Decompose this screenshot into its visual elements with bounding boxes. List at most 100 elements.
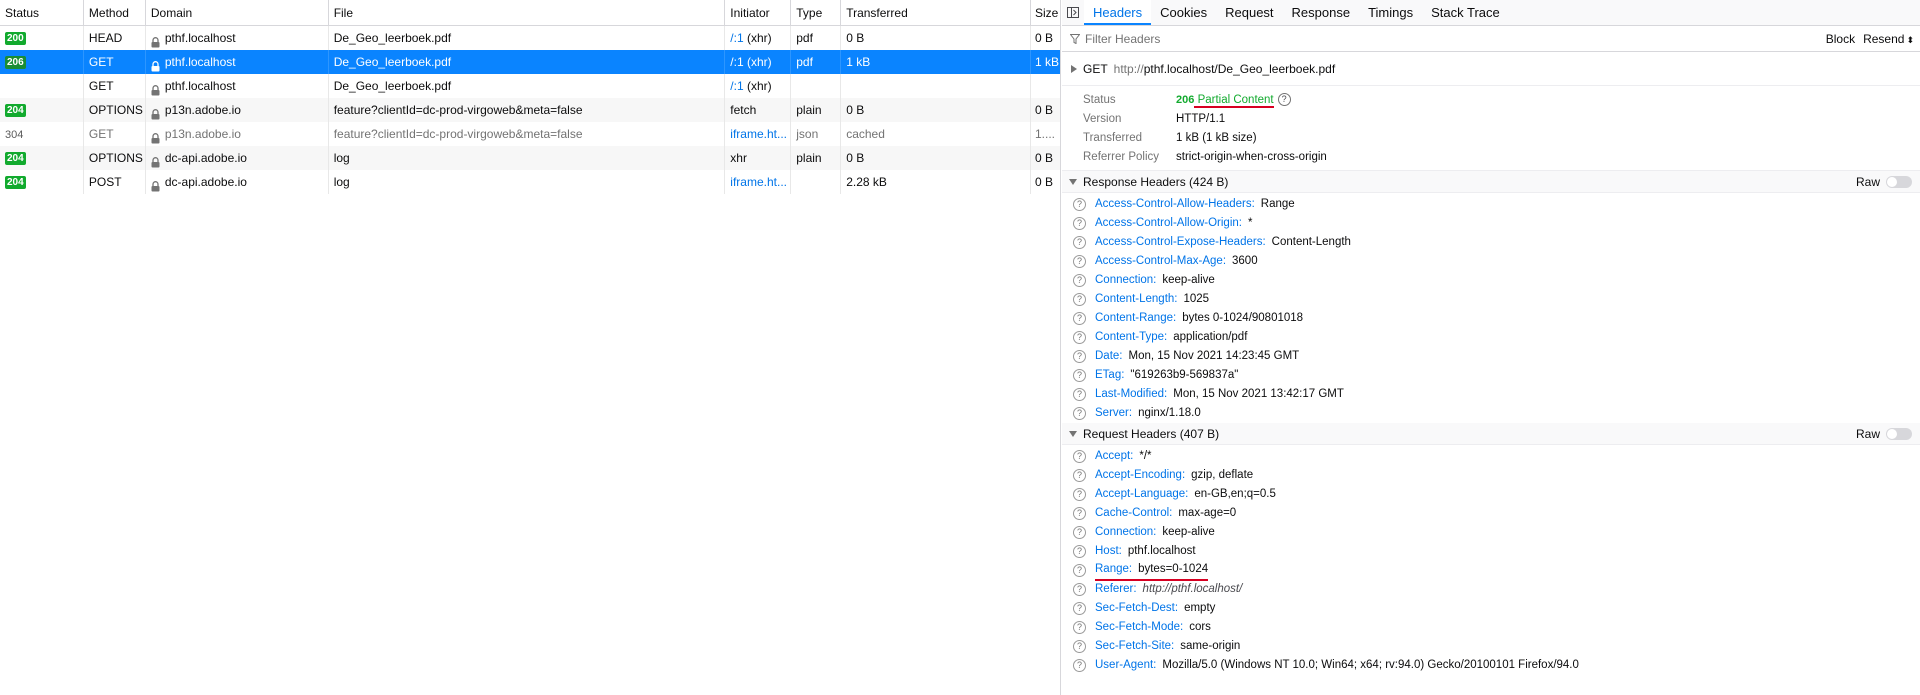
request-headers-heading[interactable]: Request Headers (407 B) Raw (1062, 423, 1920, 445)
column-initiator[interactable]: Initiator (725, 0, 792, 26)
header-row[interactable]: ? Content-Length: 1025 (1062, 290, 1920, 309)
header-row[interactable]: ? Referer: http://pthf.localhost/ (1062, 580, 1920, 599)
column-file[interactable]: File (329, 0, 726, 26)
tab-timings[interactable]: Timings (1359, 0, 1422, 25)
help-icon[interactable]: ? (1073, 331, 1086, 344)
header-row[interactable]: ? Date: Mon, 15 Nov 2021 14:23:45 GMT (1062, 347, 1920, 366)
table-row[interactable]: 204 OPTIONS p13n.adobe.io feature?clientId=… (0, 98, 1060, 122)
size-cell: 0 B (1035, 103, 1054, 117)
help-icon[interactable]: ? (1073, 507, 1086, 520)
help-icon[interactable]: ? (1073, 293, 1086, 306)
header-row[interactable]: ? Server: nginx/1.18.0 (1062, 404, 1920, 423)
tab-headers[interactable]: Headers (1084, 0, 1152, 25)
filter-headers-input[interactable]: Filter Headers (1070, 32, 1826, 46)
toggle-switch[interactable] (1886, 427, 1912, 440)
header-row[interactable]: ? Access-Control-Expose-Headers: Content-L… (1062, 233, 1920, 252)
header-row[interactable]: ? User-Agent: Mozilla/5.0 (Windows NT 10.0… (1062, 656, 1920, 675)
request-summary[interactable]: GET http://pthf.localhost/De_Geo_leerboe… (1062, 52, 1920, 86)
header-row[interactable]: ? Sec-Fetch-Dest: empty (1062, 599, 1920, 618)
table-row[interactable]: 304 GET p13n.adobe.io feature?clientId=dc-p… (0, 122, 1060, 146)
method-cell: GET (84, 74, 146, 98)
help-icon[interactable]: ? (1073, 407, 1086, 420)
help-icon[interactable]: ? (1073, 602, 1086, 615)
help-icon[interactable]: ? (1073, 369, 1086, 382)
file-cell: feature?clientId=dc-prod-virgoweb&meta=f… (329, 98, 726, 122)
initiator-cell: /:1 (xhr) (725, 50, 792, 74)
header-row[interactable]: ? Access-Control-Allow-Origin: * (1062, 214, 1920, 233)
header-row[interactable]: ? Access-Control-Max-Age: 3600 (1062, 252, 1920, 271)
file-cell: log (329, 170, 726, 194)
resend-button[interactable]: Resend ⬍ (1863, 32, 1914, 46)
header-row[interactable]: ? Accept-Language: en-GB,en;q=0.5 (1062, 485, 1920, 504)
initiator-link[interactable]: /:1 (730, 79, 743, 93)
tab-stack-trace[interactable]: Stack Trace (1422, 0, 1509, 25)
help-icon[interactable]: ? (1073, 583, 1086, 596)
header-row[interactable]: ? Content-Type: application/pdf (1062, 328, 1920, 347)
transferred-cell (841, 74, 1031, 98)
help-icon[interactable]: ? (1073, 488, 1086, 501)
help-icon[interactable]: ? (1073, 659, 1086, 672)
help-icon[interactable]: ? (1073, 236, 1086, 249)
header-row[interactable]: ? ETag: "619263b9-569837a" (1062, 366, 1920, 385)
lock-icon (151, 32, 160, 48)
table-row[interactable]: 200 HEAD pthf.localhost De_Geo_leerboek.pdf… (0, 26, 1060, 50)
help-icon[interactable]: ? (1073, 388, 1086, 401)
initiator-link[interactable]: /:1 (730, 31, 743, 45)
initiator-link[interactable]: iframe.ht... (730, 175, 787, 189)
header-row[interactable]: ? Accept: */* (1062, 447, 1920, 466)
header-row[interactable]: ? Sec-Fetch-Site: same-origin (1062, 637, 1920, 656)
help-icon[interactable]: ? (1277, 93, 1291, 107)
help-icon[interactable]: ? (1073, 621, 1086, 634)
header-row[interactable]: ? Last-Modified: Mon, 15 Nov 2021 13:42:17… (1062, 385, 1920, 404)
help-icon[interactable]: ? (1073, 312, 1086, 325)
response-raw-toggle[interactable]: Raw (1856, 175, 1920, 189)
header-row[interactable]: ? Range: bytes=0-1024 (1062, 561, 1920, 581)
header-row[interactable]: ? Access-Control-Allow-Headers: Range (1062, 195, 1920, 214)
header-row[interactable]: ? Sec-Fetch-Mode: cors (1062, 618, 1920, 637)
column-type[interactable]: Type (791, 0, 842, 26)
column-status[interactable]: Status (0, 0, 84, 26)
help-icon[interactable]: ? (1073, 564, 1086, 577)
help-icon[interactable]: ? (1073, 350, 1086, 363)
help-icon[interactable]: ? (1073, 545, 1086, 558)
table-row[interactable]: GET pthf.localhost De_Geo_leerboek.pdf/:1 … (0, 74, 1060, 98)
table-row[interactable]: 206 GET pthf.localhost De_Geo_leerboek.pdf /… (0, 50, 1060, 74)
column-domain[interactable]: Domain (146, 0, 329, 26)
header-row[interactable]: ? Connection: keep-alive (1062, 271, 1920, 290)
help-icon[interactable]: ? (1073, 274, 1086, 287)
initiator-link[interactable]: /:1 (730, 55, 743, 69)
status-badge: 200 (5, 32, 26, 46)
help-icon[interactable]: ? (1073, 526, 1086, 539)
column-size[interactable]: Size (1031, 0, 1060, 26)
help-icon[interactable]: ? (1073, 640, 1086, 653)
tab-cookies[interactable]: Cookies (1151, 0, 1216, 25)
request-table-header: Status Method Domain File Initiator Type… (0, 0, 1060, 26)
table-row[interactable]: 204 POST dc-api.adobe.io log iframe.ht... 2.2… (0, 170, 1060, 194)
header-row[interactable]: ? Host: pthf.localhost (1062, 542, 1920, 561)
domain-cell: dc-api.adobe.io (146, 170, 329, 194)
help-icon[interactable]: ? (1073, 469, 1086, 482)
tab-request[interactable]: Request (1216, 0, 1282, 25)
lock-icon (151, 176, 160, 192)
help-icon[interactable]: ? (1073, 255, 1086, 268)
header-value: en-GB,en;q=0.5 (1194, 488, 1276, 500)
header-row[interactable]: ? Accept-Encoding: gzip, deflate (1062, 466, 1920, 485)
request-raw-toggle[interactable]: Raw (1856, 427, 1920, 441)
help-icon[interactable]: ? (1073, 450, 1086, 463)
column-method[interactable]: Method (84, 0, 146, 26)
block-button[interactable]: Block (1826, 32, 1855, 46)
type-cell (791, 170, 842, 194)
help-icon[interactable]: ? (1073, 198, 1086, 211)
column-transferred[interactable]: Transferred (841, 0, 1031, 26)
response-headers-heading[interactable]: Response Headers (424 B) Raw (1062, 171, 1920, 193)
header-row[interactable]: ? Cache-Control: max-age=0 (1062, 504, 1920, 523)
toggle-switch[interactable] (1886, 175, 1912, 188)
table-row[interactable]: 204 OPTIONS dc-api.adobe.io log xhr plain 0 B0… (0, 146, 1060, 170)
header-row[interactable]: ? Connection: keep-alive (1062, 523, 1920, 542)
panel-toggle-icon[interactable] (1062, 0, 1084, 25)
help-icon[interactable]: ? (1073, 217, 1086, 230)
lock-icon (151, 56, 160, 72)
initiator-link[interactable]: iframe.ht... (730, 127, 787, 141)
tab-response[interactable]: Response (1283, 0, 1360, 25)
header-row[interactable]: ? Content-Range: bytes 0-1024/90801018 (1062, 309, 1920, 328)
